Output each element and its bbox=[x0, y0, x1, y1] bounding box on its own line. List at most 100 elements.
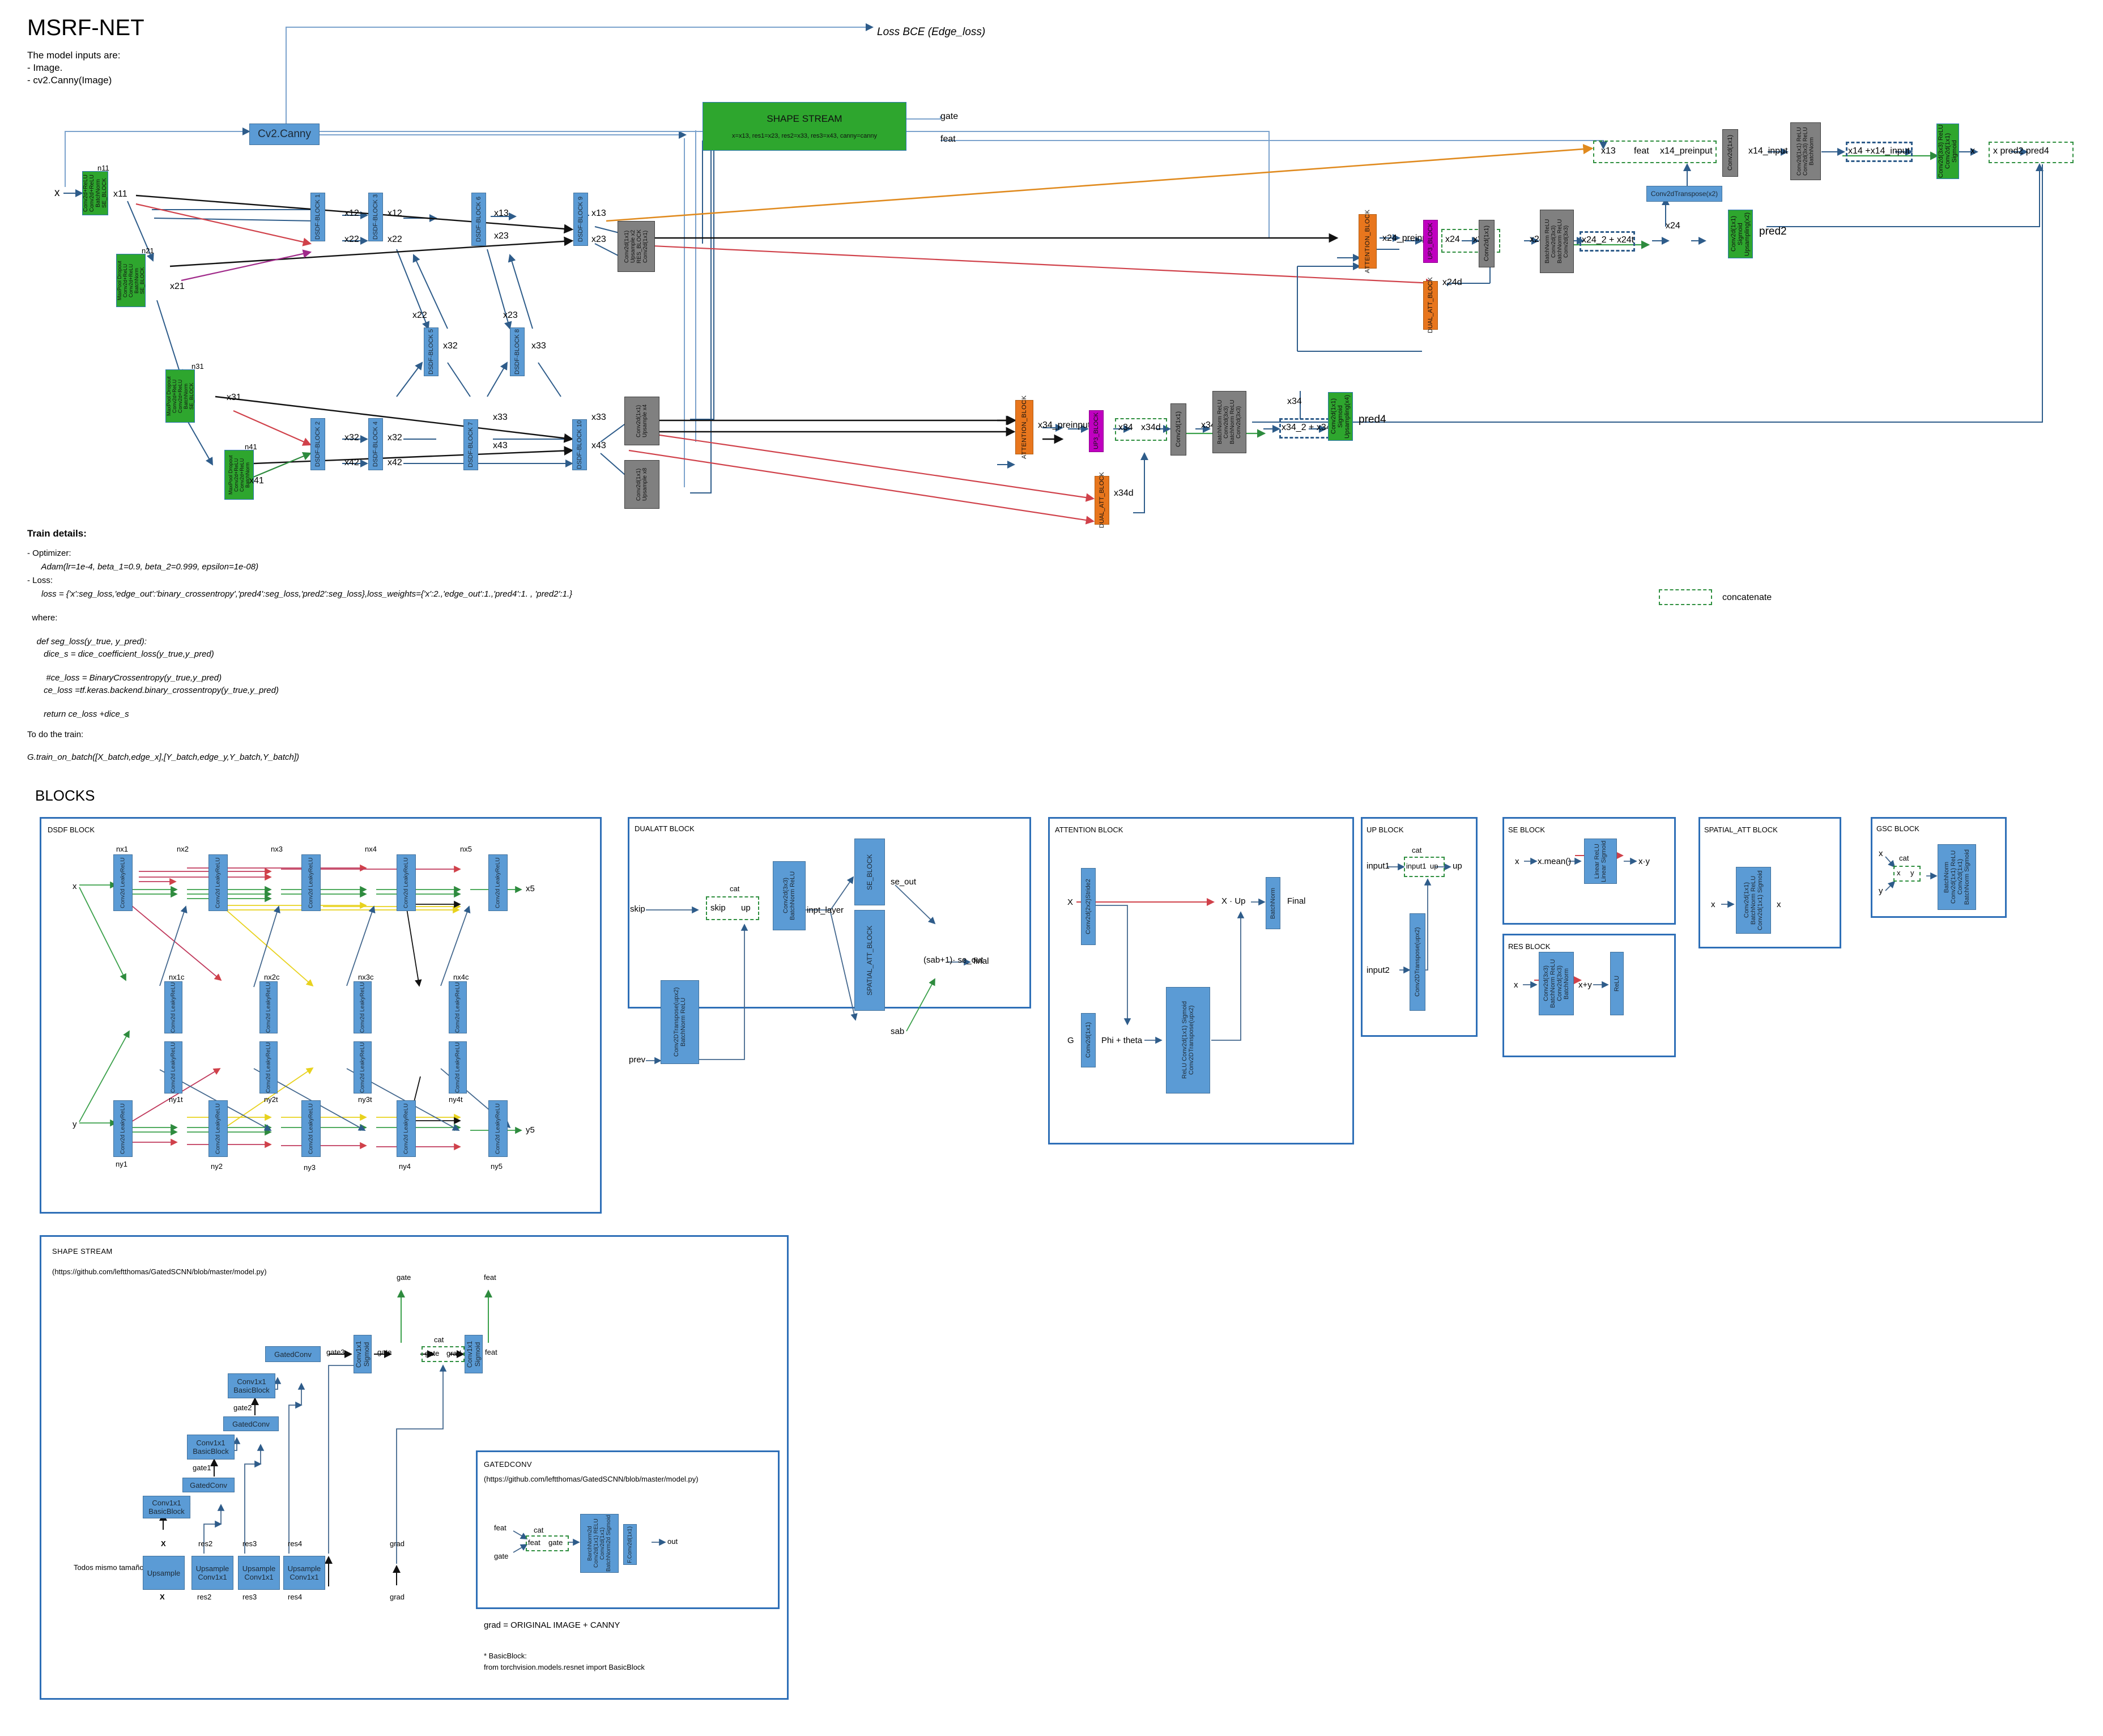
dsdf-block-10[interactable]: DSDF-BLOCK 10 bbox=[572, 419, 587, 470]
encoder-block-n21[interactable]: MaxPool Dropout Conv2d+ReLU Conv2d+ReLU … bbox=[116, 254, 146, 307]
res-stack-top[interactable]: BatchNorm ReLU Conv2d(3x3) BatchNorm ReL… bbox=[1540, 210, 1574, 273]
conv2d-transpose-top[interactable]: Conv2dTranspose(x2) bbox=[1646, 186, 1722, 202]
dsdf-conv-ny2t[interactable]: Conv2d LeakyReLU bbox=[259, 1041, 278, 1093]
encoder-block-n41[interactable]: MaxPool Dropout Conv2d+ReLU Conv2d+ReLU … bbox=[224, 450, 254, 500]
dsdf-block-9[interactable]: DSDF-BLOCK 9 bbox=[573, 193, 588, 246]
shape-gatedconv-3[interactable]: GatedConv bbox=[265, 1346, 321, 1362]
up-cat-label: cat bbox=[1412, 846, 1422, 854]
attention-batchnorm[interactable]: BatchNorm bbox=[1266, 877, 1280, 929]
gatedconv-final-conv[interactable]: F.Conv2d(1x1) bbox=[623, 1524, 637, 1565]
pred4-block[interactable]: Conv2d(1x1) Sigmoid Upsampling(x4) bbox=[1328, 392, 1353, 441]
dsdf-block-7[interactable]: DSDF-BLOCK 7 bbox=[463, 419, 478, 470]
x14-input-label: x14_input bbox=[1748, 146, 1788, 156]
attention-conv-x[interactable]: Conv2d(2x2)Stride2 bbox=[1081, 868, 1096, 945]
conv1x1-top[interactable]: Conv2d(1x1) bbox=[1479, 220, 1495, 267]
dsdf-conv-ny1[interactable]: Conv2d LeakyReLU bbox=[113, 1100, 133, 1157]
cv2-canny-block[interactable]: Cv2.Canny bbox=[249, 124, 320, 145]
attention-conv-g[interactable]: Conv2d(1x1) bbox=[1081, 1013, 1096, 1067]
gsc-conv-stack[interactable]: BatchNorm Conv2d(1x1) ReLU Conv2d(1x1) B… bbox=[1938, 844, 1976, 910]
x41-label: x41 bbox=[249, 476, 264, 486]
dsdf-block-8[interactable]: DSDF-BLOCK 8 bbox=[510, 327, 525, 376]
dsdf-conv-nx5[interactable]: Conv2d LeakyReLU bbox=[488, 854, 508, 911]
dsdf-conv-nx2c[interactable]: Conv2d LeakyReLU bbox=[259, 981, 278, 1033]
spatial-conv-stack[interactable]: Conv2d(1x1) BatchNorm ReLU Conv2d(1x1) S… bbox=[1736, 867, 1771, 934]
head-conv1x1[interactable]: Conv2d(1x1) bbox=[1722, 129, 1738, 177]
gatedconv-stack[interactable]: BarchNorm2d Conv2d(1x1) RELU Conv2d(1x1)… bbox=[580, 1514, 619, 1573]
attention-block-bottom[interactable]: ATTENTION_BLOCK bbox=[1015, 395, 1033, 459]
dsdf-block-5[interactable]: DSDF-BLOCK 5 bbox=[424, 327, 439, 376]
dsdf-conv-nx2[interactable]: Conv2d LeakyReLU bbox=[208, 854, 228, 911]
dsdf-block-4[interactable]: DSDF-BLOCK 4 bbox=[368, 418, 383, 470]
pred4-label: pred4 bbox=[1359, 414, 1386, 426]
shape-basicblock-3[interactable]: Conv1x1 BasicBlock bbox=[228, 1373, 275, 1398]
pred4-block-lines: Conv2d(1x1) Sigmoid Upsampling(x4) bbox=[1330, 394, 1351, 439]
shape-bb1-l1: BasicBlock bbox=[148, 1507, 185, 1516]
shape-upsample-2-l1: Conv1x1 bbox=[244, 1573, 274, 1581]
dsdf-conv-ny4t[interactable]: Conv2d LeakyReLU bbox=[449, 1041, 467, 1093]
encoder-block-n31[interactable]: MaxPool Dropout Conv2d+ReLU Conv2d+ReLU … bbox=[165, 369, 195, 423]
gray-upsample-x2[interactable]: Conv2d(1x1) Upsample x2 RES_BLOCK Conv2d… bbox=[618, 221, 655, 272]
shape-gatedconv-2[interactable]: GatedConv bbox=[223, 1416, 279, 1431]
head-conv-stack[interactable]: Conv2d(1x1) ReLU Conv2d(3x3) ReLU BatchN… bbox=[1790, 122, 1821, 180]
dsdf-conv-ny3t[interactable]: Conv2d LeakyReLU bbox=[354, 1041, 372, 1093]
sl-x32-b: x32 bbox=[344, 433, 359, 442]
conv1x1-bottom[interactable]: Conv2d(1x1) bbox=[1170, 403, 1186, 456]
shape-upsample-1[interactable]: Upsample Conv1x1 bbox=[191, 1556, 233, 1590]
dsdf-conv-nx4c[interactable]: Conv2d LeakyReLU bbox=[449, 981, 467, 1033]
shape-basicblock-2[interactable]: Conv1x1 BasicBlock bbox=[187, 1435, 235, 1460]
up3-block-bottom[interactable]: UP3_BLOCK bbox=[1089, 410, 1104, 452]
dsdf-conv-ny5[interactable]: Conv2d LeakyReLU bbox=[488, 1100, 508, 1157]
dsdf-conv-nx1[interactable]: Conv2d LeakyReLU bbox=[113, 854, 133, 911]
shape-conv-sigmoid-2[interactable]: Conv1x1 Sigmoid bbox=[465, 1335, 483, 1373]
gray-upsample-x8[interactable]: Conv2d(1x1) Upsample x8 bbox=[624, 460, 659, 509]
attention-mid-stack[interactable]: ReLU Conv2d(1x1) Sigmoid Conv2DTranspose… bbox=[1166, 987, 1210, 1093]
dsdf-conv-nx4[interactable]: Conv2d LeakyReLU bbox=[397, 854, 416, 911]
cat-head-preinput: x14_preinput bbox=[1660, 146, 1713, 156]
pred2-block[interactable]: Conv2d(1x1) Sigmoid Upsampling(x2) bbox=[1728, 210, 1753, 258]
dsdf-block-6[interactable]: DSDF-BLOCK 6 bbox=[471, 193, 486, 246]
res-conv-stack[interactable]: Conv2d(3x3) BatchNorm ReLU Conv2d(3x3) B… bbox=[1539, 952, 1574, 1015]
res-relu-block[interactable]: ReLU bbox=[1610, 952, 1624, 1015]
shape-upsample-1-l0: Upsample bbox=[195, 1564, 229, 1573]
attention-block-top[interactable]: ATTENTION_BLOCK bbox=[1359, 210, 1377, 273]
dsdf-conv-ny3[interactable]: Conv2d LeakyReLU bbox=[301, 1100, 321, 1157]
up-transpose-block[interactable]: Conv2DTranspose(upx2) bbox=[1410, 913, 1425, 1011]
dsdf-conv-ny2[interactable]: Conv2d LeakyReLU bbox=[208, 1100, 228, 1157]
shape-cat-left: gate bbox=[425, 1349, 440, 1358]
shape-upsample-0[interactable]: Upsample bbox=[143, 1556, 185, 1590]
dualatt-spatial-block[interactable]: SPATIAL_ATT_BLOCK bbox=[854, 910, 885, 1011]
dualatt-se-block[interactable]: SE_BLOCK bbox=[854, 839, 885, 905]
head-final-block[interactable]: Conv2d(3x3) ReLU Conv2d(1x1) Sigmoid bbox=[1936, 124, 1959, 179]
dsdf-block-1[interactable]: DSDF-BLOCK 1 bbox=[310, 193, 325, 241]
shape-stream-block[interactable]: SHAPE STREAM x=x13, res1=x23, res2=x33, … bbox=[703, 102, 906, 151]
dsdf-conv-nx3c[interactable]: Conv2d LeakyReLU bbox=[354, 981, 372, 1033]
shape-upsample-3[interactable]: Upsample Conv1x1 bbox=[283, 1556, 325, 1590]
dsdf-block-2[interactable]: DSDF-BLOCK 2 bbox=[310, 418, 325, 470]
dualatt-inpt-layer-label: inpt_layer bbox=[807, 905, 844, 915]
dualatt-transpose-block[interactable]: Conv2DTranspose(upx2) BatchNorm ReLU bbox=[661, 980, 699, 1064]
shape-upsample-2[interactable]: Upsample Conv1x1 bbox=[238, 1556, 280, 1590]
encoder-block-n11[interactable]: Conv2d+ReLU Conv2d+ReLU BatchNorm SE_BLO… bbox=[82, 171, 108, 215]
shape-basicblock-1[interactable]: Conv1x1 BasicBlock bbox=[143, 1496, 190, 1518]
dsdf-block-3[interactable]: DSDF-BLOCK 3 bbox=[368, 193, 383, 241]
se-linear-stack[interactable]: Linear ReLU Linear Sigmoid bbox=[1584, 839, 1617, 884]
dsdf-conv-nx1-lines: Conv2d LeakyReLU bbox=[120, 857, 126, 908]
dsdf-conv-nx3c-lines: Conv2d LeakyReLU bbox=[359, 982, 366, 1033]
shape-gatedconv-1[interactable]: GatedConv bbox=[182, 1478, 235, 1492]
dsdf-conv-nx1c[interactable]: Conv2d LeakyReLU bbox=[164, 981, 182, 1033]
dsdf-conv-ny2-lines: Conv2d LeakyReLU bbox=[215, 1103, 222, 1154]
dsdf-conv-ny1t[interactable]: Conv2d LeakyReLU bbox=[164, 1041, 182, 1093]
gray-upsample-x4[interactable]: Conv2d(1x1) Upsample x4 bbox=[624, 397, 659, 445]
sl-x32-a: x32 bbox=[443, 341, 458, 351]
x31-label: x31 bbox=[227, 393, 241, 402]
dsdf-conv-nx3[interactable]: Conv2d LeakyReLU bbox=[301, 854, 321, 911]
up3-block-top[interactable]: UP3_BLOCK bbox=[1423, 220, 1438, 263]
dual-att-block-top[interactable]: DUAL_ATT_BLOCK bbox=[1423, 278, 1438, 333]
sl-x42-b: x42 bbox=[388, 458, 402, 467]
train-line-5: where: bbox=[27, 613, 58, 623]
dsdf-conv-ny4[interactable]: Conv2d LeakyReLU bbox=[397, 1100, 416, 1157]
res-stack-bottom[interactable]: BatchNorm ReLU Conv2d(3x3) BatchNorm ReL… bbox=[1212, 391, 1246, 453]
shape-conv-sigmoid-1[interactable]: Conv1x1 Sigmoid bbox=[354, 1335, 372, 1373]
dualatt-conv-block[interactable]: Conv2d(3x3) BatchNorm ReLU bbox=[773, 861, 806, 930]
dual-att-block-bottom[interactable]: DUAL_ATT_BLOCK bbox=[1095, 473, 1109, 528]
